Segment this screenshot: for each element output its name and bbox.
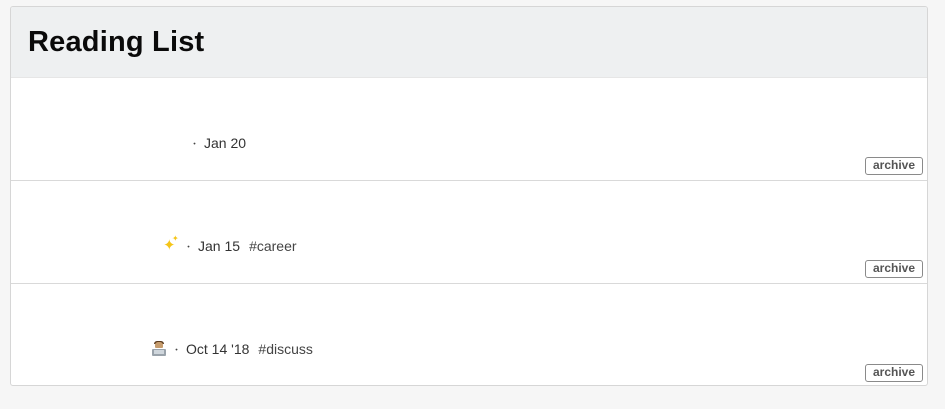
list-item[interactable]: ・ Jan 15 #career archive (11, 181, 927, 284)
item-meta: ・ Jan 20 (188, 135, 246, 151)
item-meta: ・ Jan 15 #career (163, 234, 297, 255)
page-title: Reading List (28, 25, 205, 58)
item-tag[interactable]: #discuss (258, 341, 312, 357)
technologist-icon (152, 341, 166, 356)
archive-button[interactable]: archive (864, 260, 923, 278)
separator-dot: ・ (184, 241, 194, 252)
separator-dot: ・ (172, 344, 182, 355)
item-date: Jan 20 (204, 135, 247, 151)
archive-button[interactable]: archive (864, 157, 923, 175)
list-item[interactable]: ・ Oct 14 '18 #discuss archive (11, 284, 927, 385)
item-tag[interactable]: #career (249, 238, 296, 254)
separator-dot: ・ (190, 138, 200, 149)
item-meta: ・ Oct 14 '18 #discuss (152, 341, 313, 357)
panel-header: Reading List (11, 7, 927, 78)
sparkles-icon (163, 234, 179, 254)
reading-list-panel: Reading List ・ Jan 20 archive ・ Jan 15 #… (10, 6, 928, 386)
list-item[interactable]: ・ Jan 20 archive (11, 78, 927, 181)
item-date: Jan 15 (198, 238, 241, 254)
item-date: Oct 14 '18 (186, 341, 250, 357)
archive-button[interactable]: archive (864, 364, 923, 382)
